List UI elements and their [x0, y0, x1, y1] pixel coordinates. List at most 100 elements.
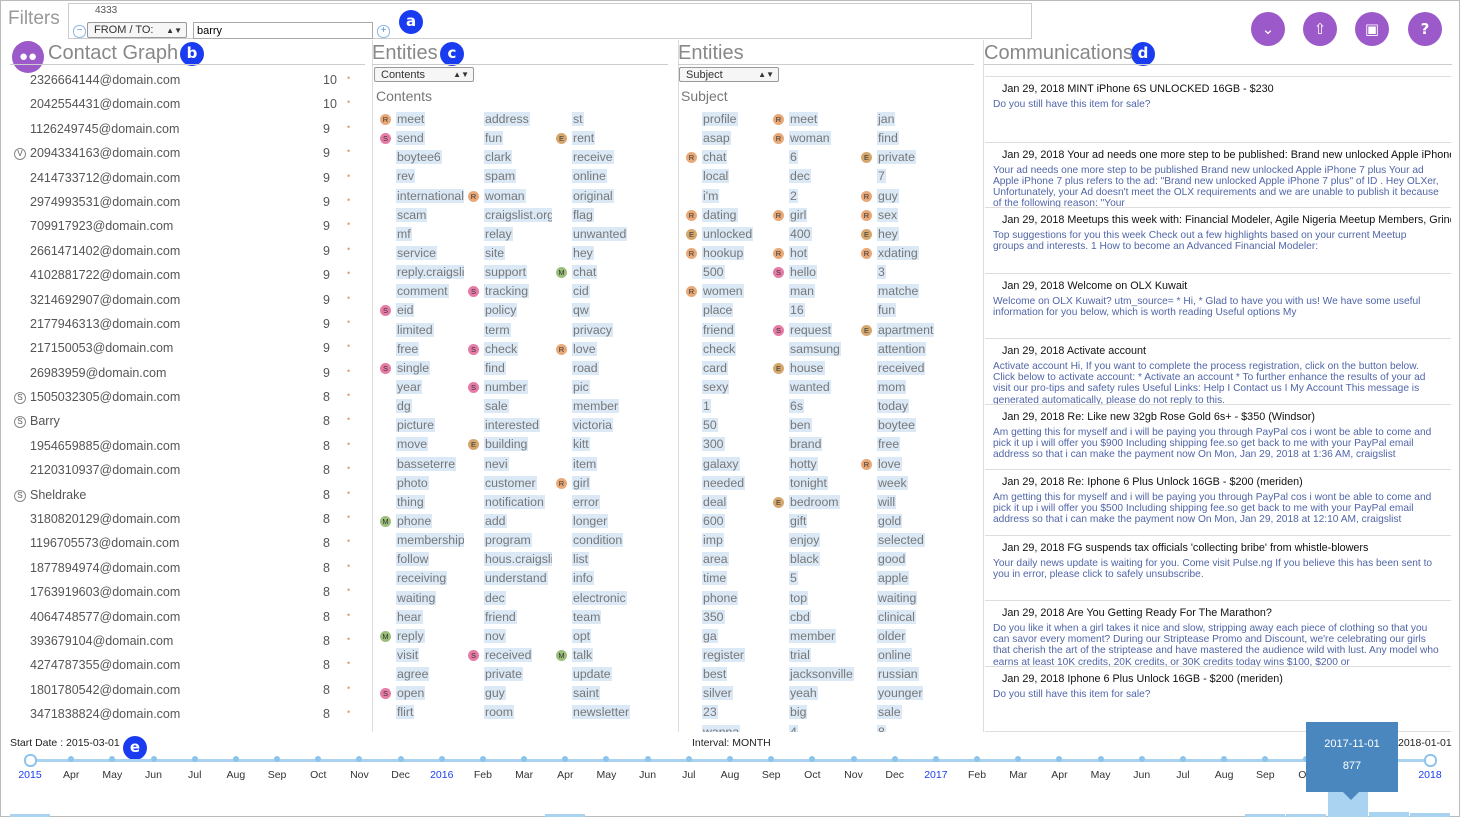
entity-word[interactable]: top [767, 589, 857, 608]
communication-item[interactable]: Jan 29, 2018 Your ad needs one more step… [985, 143, 1451, 208]
entity-word[interactable]: reply.craigslist [374, 263, 464, 282]
entity-word[interactable]: jacksonville [767, 665, 857, 684]
contact-row[interactable]: 1954659885@domain.com 8 • [10, 436, 365, 460]
save-icon[interactable]: ▣ [1355, 12, 1389, 46]
entity-word[interactable]: picture [374, 416, 464, 435]
entity-word[interactable]: unwanted [550, 225, 640, 244]
entity-word[interactable]: Rgirl [767, 206, 857, 225]
entity-word[interactable]: photo [374, 474, 464, 493]
entities-contents-select[interactable]: Contents ▲▼ [374, 67, 474, 82]
entity-word[interactable]: newsletter [550, 703, 640, 722]
entity-word[interactable]: comment [374, 282, 464, 301]
entity-word[interactable]: hous.craigslist [462, 550, 552, 569]
entity-word[interactable]: info [550, 569, 640, 588]
contact-row[interactable]: 2326664144@domain.com 10 • [10, 70, 365, 94]
communication-item[interactable]: Jan 29, 2018 MINT iPhone 6S UNLOCKED 16G… [985, 77, 1451, 143]
entity-word[interactable]: 6s [767, 397, 857, 416]
help-icon[interactable]: ? [1408, 12, 1442, 46]
entity-word[interactable]: victoria [550, 416, 640, 435]
timeline-tick[interactable] [727, 756, 733, 762]
contact-row[interactable]: 3180820129@domain.com 8 • [10, 509, 365, 533]
contact-row[interactable]: 4064748577@domain.com 8 • [10, 607, 365, 631]
entity-word[interactable]: Ebedroom [767, 493, 857, 512]
entity-word[interactable]: Rwoman [462, 187, 552, 206]
entity-word[interactable]: dec [462, 589, 552, 608]
entity-word[interactable]: big [767, 703, 857, 722]
entity-word[interactable]: room [462, 703, 552, 722]
timeline-tick[interactable] [850, 756, 857, 762]
entity-word[interactable]: 7 [855, 167, 945, 186]
remove-filter-icon[interactable]: − [73, 25, 86, 38]
entity-word[interactable]: Rchat [680, 148, 770, 167]
contact-row[interactable]: S Barry 8 • [10, 411, 365, 435]
entity-word[interactable]: Rwomen [680, 282, 770, 301]
timeline-tick[interactable] [150, 756, 157, 762]
entity-word[interactable]: membership [374, 531, 464, 550]
contact-row[interactable]: 393679104@domain.com 8 • [10, 631, 365, 655]
entity-word[interactable]: place [680, 301, 770, 320]
entity-word[interactable]: find [855, 129, 945, 148]
entity-word[interactable]: understand [462, 569, 552, 588]
timeline-tick[interactable] [891, 756, 898, 762]
entity-word[interactable]: Rguy [855, 187, 945, 206]
entity-word[interactable]: card [680, 359, 770, 378]
entity-word[interactable]: qw [550, 301, 640, 320]
contact-row[interactable]: 2120310937@domain.com 8 • [10, 460, 365, 484]
entity-word[interactable]: list [550, 550, 640, 569]
timeline-start-handle[interactable] [24, 754, 37, 767]
entity-word[interactable]: fun [855, 301, 945, 320]
contact-row[interactable]: S Sheldrake 8 • [10, 485, 365, 509]
entity-word[interactable]: selected [855, 531, 945, 550]
histogram-bar[interactable] [1368, 812, 1409, 817]
entity-word[interactable]: st [550, 110, 640, 129]
entity-word[interactable]: waiting [374, 589, 464, 608]
entity-word[interactable]: Rgirl [550, 474, 640, 493]
contact-row[interactable]: 26983959@domain.com 9 • [10, 363, 365, 387]
contact-row[interactable]: 2414733712@domain.com 9 • [10, 168, 365, 192]
timeline-tick[interactable] [274, 756, 281, 762]
filter-value-input[interactable] [193, 22, 373, 39]
timeline-tick[interactable] [232, 756, 239, 762]
entity-word[interactable]: Erent [550, 129, 640, 148]
contact-row[interactable]: 1877894974@domain.com 8 • [10, 558, 365, 582]
entity-word[interactable]: Ssend [374, 129, 464, 148]
timeline-tick[interactable] [397, 756, 404, 762]
entity-word[interactable]: friend [680, 321, 770, 340]
entity-word[interactable]: Sopen [374, 684, 464, 703]
contact-row[interactable]: 217150053@domain.com 9 • [10, 338, 365, 362]
entity-word[interactable]: attention [855, 340, 945, 359]
entity-word[interactable]: year [374, 378, 464, 397]
entity-word[interactable]: week [855, 474, 945, 493]
entity-word[interactable]: enjoy [767, 531, 857, 550]
entity-word[interactable]: error [550, 493, 640, 512]
entity-word[interactable]: tonight [767, 474, 857, 493]
entity-word[interactable]: member [550, 397, 640, 416]
contacts-group-icon[interactable]: ●● [12, 41, 44, 73]
entity-word[interactable]: Snumber [462, 378, 552, 397]
entity-word[interactable]: 3 [855, 263, 945, 282]
contact-row[interactable]: V 2094334163@domain.com 9 • [10, 143, 365, 167]
entity-word[interactable]: international [374, 187, 464, 206]
entity-word[interactable]: apple [855, 569, 945, 588]
entity-word[interactable]: Rsex [855, 206, 945, 225]
entity-word[interactable]: asap [680, 129, 770, 148]
entity-word[interactable]: service [374, 244, 464, 263]
timeline-tick[interactable] [644, 756, 651, 762]
entity-word[interactable]: sale [855, 703, 945, 722]
entity-word[interactable]: longer [550, 512, 640, 531]
entity-word[interactable]: electronic [550, 589, 640, 608]
entity-word[interactable]: hotty [767, 455, 857, 474]
contact-row[interactable]: 2177946313@domain.com 9 • [10, 314, 365, 338]
entity-word[interactable]: Seid [374, 301, 464, 320]
entity-word[interactable]: item [550, 455, 640, 474]
contact-row[interactable]: 1196705573@domain.com 8 • [10, 533, 365, 557]
entity-word[interactable]: free [374, 340, 464, 359]
timeline-tick[interactable] [1138, 756, 1145, 762]
entity-word[interactable]: 16 [767, 301, 857, 320]
entity-word[interactable]: Mchat [550, 263, 640, 282]
communication-item[interactable]: Jan 29, 2018 Re: Like new 32gb Rose Gold… [985, 405, 1451, 470]
entity-word[interactable]: program [462, 531, 552, 550]
communication-item[interactable]: Jan 29, 2018 Re: Iphone 6 Plus Unlock 16… [985, 470, 1451, 536]
entity-word[interactable]: receiving [374, 569, 464, 588]
entity-word[interactable]: 6 [767, 148, 857, 167]
